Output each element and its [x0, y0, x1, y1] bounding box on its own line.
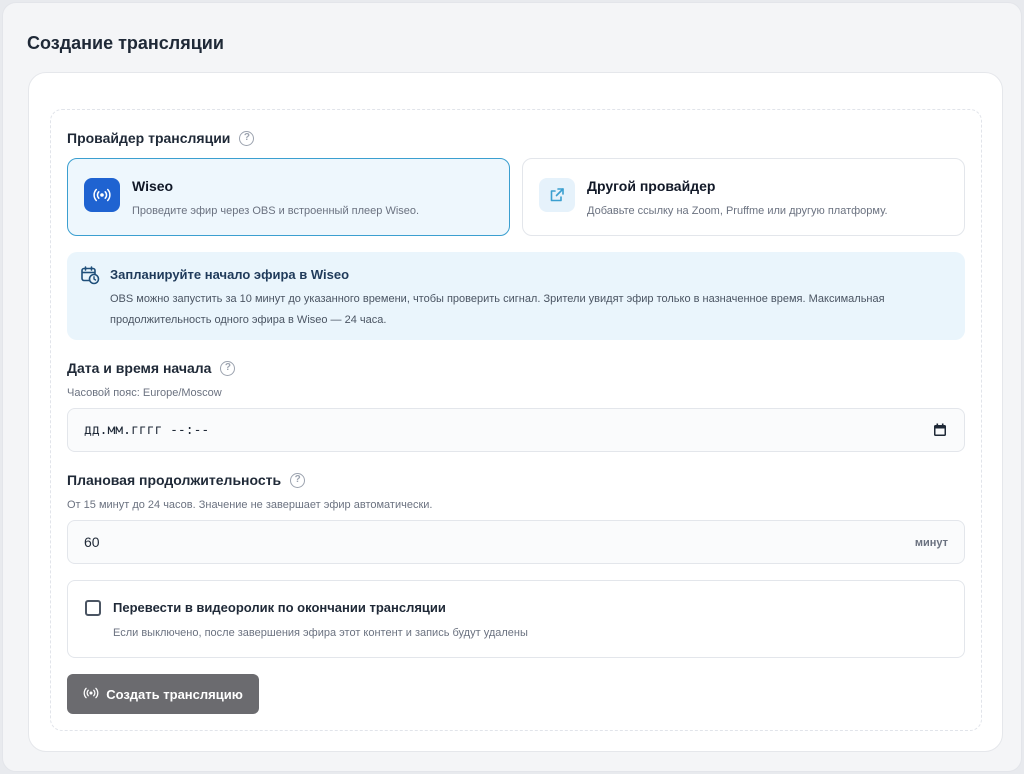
page-title: Создание трансляции [27, 33, 224, 53]
provider-description: Проведите эфир через OBS и встроенный пл… [132, 205, 420, 217]
broadcast-icon [84, 178, 120, 212]
stream-form: Провайдер трансляции ? Wiseo Проведите э… [50, 109, 982, 731]
schedule-info-box: Запланируйте начало эфира в Wiseo OBS мо… [67, 252, 965, 340]
calendar-clock-icon [80, 265, 100, 290]
convert-description: Если выключено, после завершения эфира э… [113, 627, 528, 639]
provider-description: Добавьте ссылку на Zoom, Pruffme или дру… [587, 205, 888, 217]
provider-option-other[interactable]: Другой провайдер Добавьте ссылку на Zoom… [522, 158, 965, 236]
provider-label-row: Провайдер трансляции ? [67, 130, 255, 146]
convert-label[interactable]: Перевести в видеоролик по окончании тран… [113, 600, 446, 615]
create-stream-button[interactable]: Создать трансляцию [67, 674, 259, 714]
duration-input[interactable]: 60 минут [67, 520, 965, 564]
external-link-icon [539, 178, 575, 212]
help-icon[interactable]: ? [290, 472, 306, 488]
datetime-placeholder: дд.мм.гггг --:-- [84, 422, 210, 438]
start-label-row: Дата и время начала ? [67, 360, 236, 376]
page: Создание трансляции Провайдер трансляции… [2, 2, 1022, 772]
help-icon[interactable]: ? [239, 130, 255, 146]
convert-checkbox[interactable] [85, 600, 101, 616]
provider-label: Провайдер трансляции [67, 130, 231, 146]
duration-label-row: Плановая продолжительность ? [67, 472, 306, 488]
info-title: Запланируйте начало эфира в Wiseo [110, 267, 350, 282]
form-card: Провайдер трансляции ? Wiseo Проведите э… [28, 72, 1003, 752]
timezone-hint: Часовой пояс: Europe/Moscow [67, 387, 222, 399]
help-icon[interactable]: ? [220, 360, 236, 376]
info-text: OBS можно запустить за 10 минут до указа… [110, 293, 885, 326]
convert-option: Перевести в видеоролик по окончании тран… [67, 580, 965, 658]
provider-title: Другой провайдер [587, 178, 716, 194]
provider-title: Wiseo [132, 178, 174, 194]
duration-unit: минут [914, 537, 948, 549]
start-label: Дата и время начала [67, 360, 212, 376]
duration-hint: От 15 минут до 24 часов. Значение не зав… [67, 499, 433, 511]
broadcast-icon [83, 687, 99, 702]
duration-value: 60 [84, 534, 100, 550]
calendar-icon[interactable] [933, 423, 947, 442]
start-datetime-input[interactable]: дд.мм.гггг --:-- [67, 408, 965, 452]
create-stream-label: Создать трансляцию [106, 686, 243, 702]
provider-option-wiseo[interactable]: Wiseo Проведите эфир через OBS и встроен… [67, 158, 510, 236]
duration-label: Плановая продолжительность [67, 472, 282, 488]
